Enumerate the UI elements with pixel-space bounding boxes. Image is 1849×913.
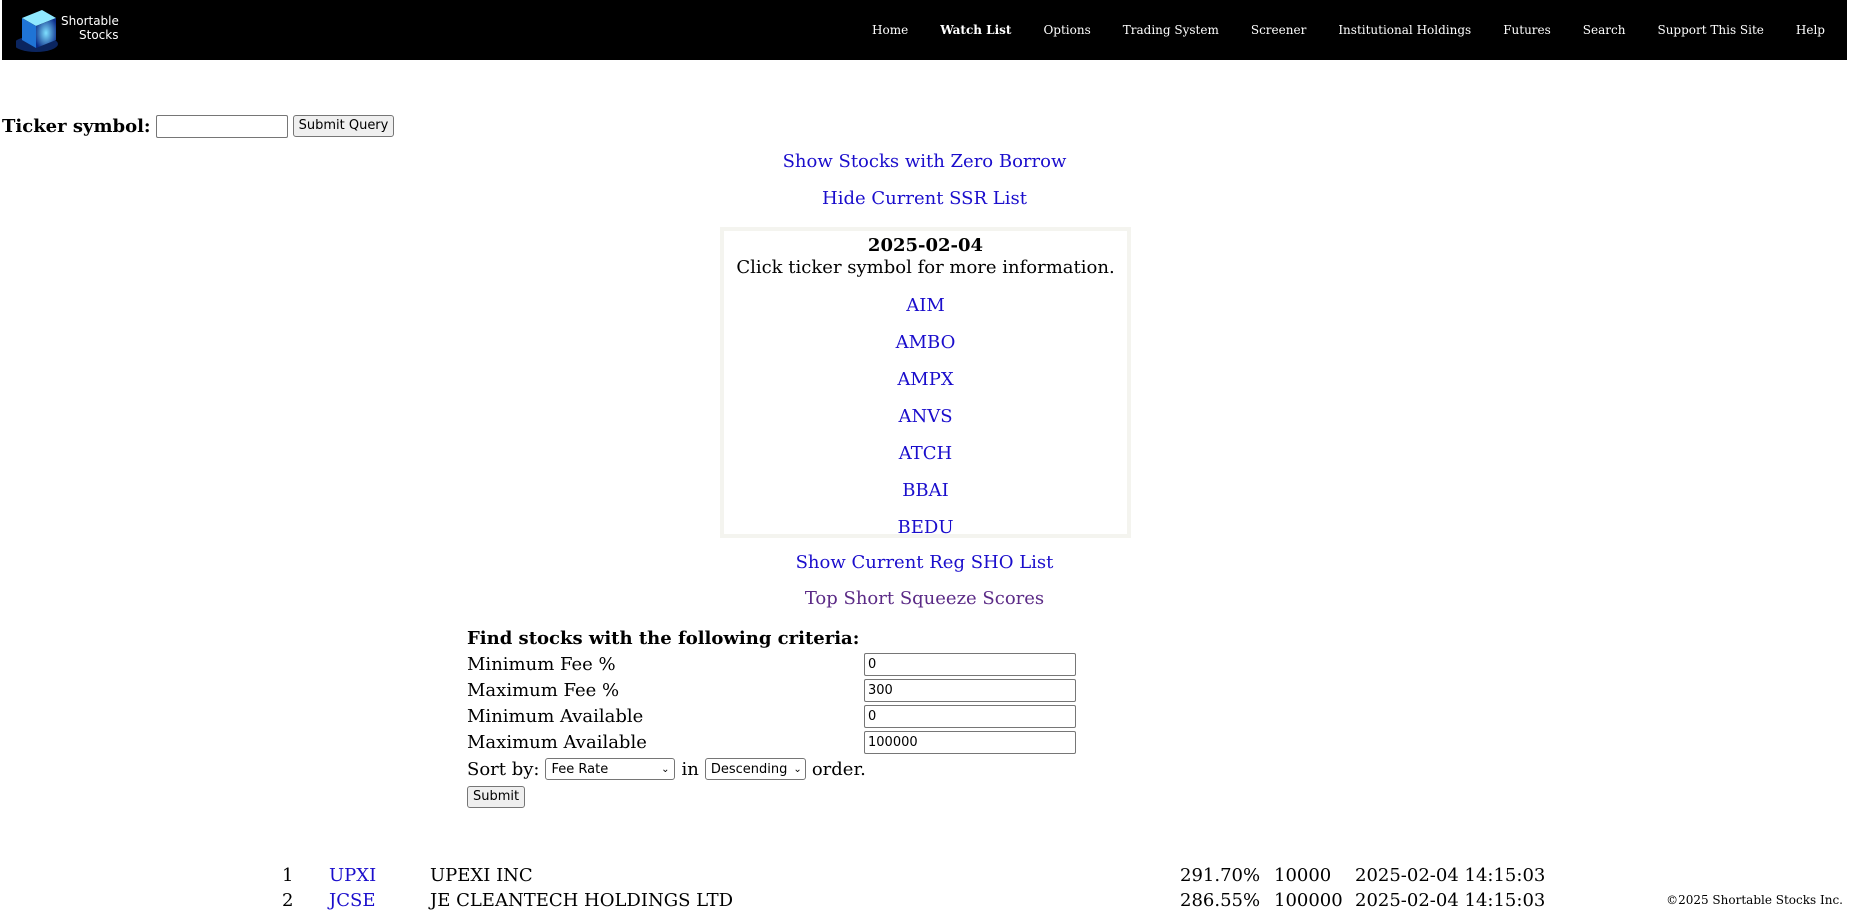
row-fee-rate: 286.55% bbox=[1180, 890, 1261, 911]
top-navbar: Shortable Stocks Home Watch List Options… bbox=[2, 0, 1847, 60]
criteria-submit-button[interactable]: Submit bbox=[467, 786, 526, 808]
row-timestamp: 2025-02-04 14:15:03 bbox=[1355, 865, 1546, 886]
copyright-footer: ©2025 Shortable Stocks Inc. bbox=[1666, 893, 1843, 907]
min-fee-label: Minimum Fee % bbox=[467, 654, 616, 675]
ssr-list-box: 2025-02-04 Click ticker symbol for more … bbox=[720, 227, 1131, 538]
nav-options[interactable]: Options bbox=[1027, 23, 1106, 37]
ssr-date: 2025-02-04 bbox=[867, 235, 984, 256]
sort-label: Sort by: bbox=[467, 758, 540, 780]
max-fee-row: Maximum Fee % bbox=[467, 678, 1087, 704]
sort-row: Sort by: Fee Rate ⌄ in Descending ⌄ orde… bbox=[467, 756, 1087, 782]
sort-by-select[interactable]: Fee Rate ⌄ bbox=[545, 758, 676, 780]
table-row: 1 UPXI UPEXI INC 291.70% 10000 2025-02-0… bbox=[0, 863, 1849, 888]
criteria-title: Find stocks with the following criteria: bbox=[467, 628, 860, 649]
row-timestamp: 2025-02-04 14:15:03 bbox=[1355, 890, 1546, 911]
short-squeeze-link[interactable]: Top Short Squeeze Scores bbox=[0, 588, 1849, 609]
table-row: 2 JCSE JE CLEANTECH HOLDINGS LTD 286.55%… bbox=[0, 888, 1849, 913]
min-available-label: Minimum Available bbox=[467, 706, 644, 727]
min-available-row: Minimum Available bbox=[467, 704, 1087, 730]
submit-query-button[interactable]: Submit Query bbox=[292, 115, 395, 137]
row-symbol-link[interactable]: UPXI bbox=[329, 863, 376, 888]
min-available-input[interactable] bbox=[864, 705, 1076, 728]
ssr-ticker-link[interactable]: BEDU bbox=[724, 509, 1127, 546]
ssr-ticker-link[interactable]: BBAI bbox=[724, 472, 1127, 509]
min-fee-input[interactable] bbox=[864, 653, 1076, 676]
ssr-ticker-link[interactable]: ATCH bbox=[724, 435, 1127, 472]
row-number: 2 bbox=[282, 890, 294, 911]
row-fee-rate: 291.70% bbox=[1180, 865, 1261, 886]
max-available-row: Maximum Available bbox=[467, 730, 1087, 756]
ticker-label: Ticker symbol: bbox=[2, 115, 151, 137]
min-fee-row: Minimum Fee % bbox=[467, 652, 1087, 678]
max-fee-input[interactable] bbox=[864, 679, 1076, 702]
nav-watch-list[interactable]: Watch List bbox=[924, 23, 1027, 37]
hide-ssr-link[interactable]: Hide Current SSR List bbox=[0, 188, 1849, 209]
ssr-ticker-link[interactable]: AMPX bbox=[724, 361, 1127, 398]
nav-support[interactable]: Support This Site bbox=[1641, 23, 1779, 37]
order-select[interactable]: Descending ⌄ bbox=[704, 758, 806, 780]
reg-sho-link[interactable]: Show Current Reg SHO List bbox=[0, 552, 1849, 573]
row-symbol-link[interactable]: JCSE bbox=[329, 888, 375, 913]
row-number: 1 bbox=[282, 865, 294, 886]
in-label: in bbox=[681, 758, 699, 780]
criteria-form: Find stocks with the following criteria:… bbox=[467, 626, 1087, 810]
nav-screener[interactable]: Screener bbox=[1235, 23, 1322, 37]
brand-line-1: Shortable bbox=[61, 14, 119, 28]
nav-menu: Home Watch List Options Trading System S… bbox=[856, 0, 1841, 60]
cube-logo-icon bbox=[16, 10, 58, 52]
ticker-input[interactable] bbox=[155, 114, 288, 138]
nav-trading-system[interactable]: Trading System bbox=[1107, 23, 1235, 37]
order-value: Descending bbox=[710, 761, 788, 777]
nav-search[interactable]: Search bbox=[1567, 23, 1642, 37]
ssr-ticker-link[interactable]: ANVS bbox=[724, 398, 1127, 435]
nav-home[interactable]: Home bbox=[856, 23, 924, 37]
ssr-note: Click ticker symbol for more information… bbox=[736, 257, 1115, 278]
ticker-search-form: Ticker symbol: Submit Query bbox=[2, 114, 395, 138]
site-logo[interactable]: Shortable Stocks bbox=[16, 6, 126, 54]
row-company-name: UPEXI INC bbox=[430, 865, 533, 886]
row-company-name: JE CLEANTECH HOLDINGS LTD bbox=[430, 890, 734, 911]
max-fee-label: Maximum Fee % bbox=[467, 680, 620, 701]
nav-help[interactable]: Help bbox=[1780, 23, 1841, 37]
sort-by-value: Fee Rate bbox=[551, 761, 609, 777]
chevron-down-icon: ⌄ bbox=[793, 763, 802, 775]
row-available: 100000 bbox=[1274, 890, 1343, 911]
nav-institutional-holdings[interactable]: Institutional Holdings bbox=[1322, 23, 1487, 37]
brand-line-2: Stocks bbox=[79, 28, 119, 42]
nav-futures[interactable]: Futures bbox=[1487, 23, 1567, 37]
zero-borrow-link[interactable]: Show Stocks with Zero Borrow bbox=[0, 151, 1849, 172]
ssr-ticker-link[interactable]: AIM bbox=[724, 287, 1127, 324]
ssr-ticker-list: AIM AMBO AMPX ANVS ATCH BBAI BEDU bbox=[724, 287, 1127, 546]
order-label: order. bbox=[811, 758, 866, 780]
ssr-ticker-link[interactable]: AMBO bbox=[724, 324, 1127, 361]
max-available-label: Maximum Available bbox=[467, 732, 647, 753]
chevron-down-icon: ⌄ bbox=[661, 763, 670, 775]
max-available-input[interactable] bbox=[864, 731, 1076, 754]
row-available: 10000 bbox=[1274, 865, 1332, 886]
